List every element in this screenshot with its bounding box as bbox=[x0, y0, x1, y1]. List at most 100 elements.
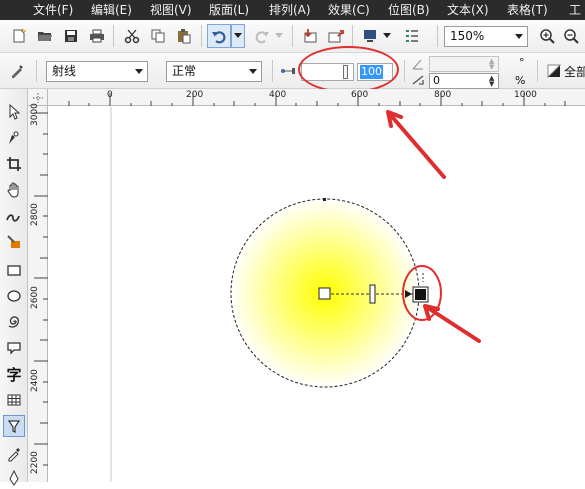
midpoint-icon bbox=[279, 60, 297, 82]
text-tool-icon[interactable]: 字 bbox=[3, 363, 25, 385]
menu-layout[interactable]: 版面(L) bbox=[209, 0, 249, 20]
redo-icon[interactable] bbox=[251, 25, 273, 47]
toolbar-separator bbox=[292, 25, 293, 47]
interactive-fill-tool-icon[interactable] bbox=[3, 415, 25, 437]
toolbar-separator bbox=[201, 25, 202, 47]
print-icon[interactable] bbox=[86, 25, 108, 47]
table-tool-icon[interactable] bbox=[3, 389, 25, 411]
zoom-out-icon[interactable] bbox=[560, 25, 582, 47]
edge-pad-unit: % bbox=[515, 74, 526, 87]
angle-input[interactable]: ▲ ▼ bbox=[429, 56, 499, 72]
menu-arrange[interactable]: 排列(A) bbox=[269, 0, 311, 20]
edit-fill-icon[interactable] bbox=[6, 60, 28, 82]
ruler-left-label: 2600 bbox=[30, 286, 40, 309]
ruler-top-label: 0 bbox=[107, 90, 113, 100]
merge-mode-select[interactable]: 正常 bbox=[166, 61, 262, 82]
ruler-left-label: 2400 bbox=[30, 369, 40, 392]
rectangle-tool-icon[interactable] bbox=[3, 259, 25, 281]
horizontal-ruler[interactable]: 0 200 400 600 800 1000 bbox=[48, 89, 585, 106]
merge-mode-value: 正常 bbox=[172, 64, 197, 78]
ruler-left-label: 3000 bbox=[30, 103, 40, 126]
annotation-arrow-midpoint bbox=[386, 110, 446, 179]
angle-spinner[interactable]: ▲ ▼ bbox=[489, 58, 497, 71]
menu-table[interactable]: 表格(T) bbox=[507, 0, 548, 20]
paste-icon[interactable] bbox=[173, 25, 195, 47]
menu-bar: 文件(F) 编辑(E) 视图(V) 版面(L) 排列(A) 效果(C) 位图(B… bbox=[0, 0, 585, 20]
smart-fill-tool-icon[interactable] bbox=[3, 231, 25, 253]
launcher-dropdown-chevron-down-icon[interactable] bbox=[381, 25, 393, 47]
annotation-arrow-end-handle bbox=[423, 304, 481, 343]
zoom-level-value: 150% bbox=[450, 29, 485, 43]
gradient-start-handle[interactable] bbox=[318, 287, 331, 300]
freehand-tool-icon[interactable] bbox=[3, 205, 25, 227]
toolbar-separator bbox=[113, 25, 114, 47]
toolbar-separator bbox=[437, 25, 438, 47]
crop-tool-icon[interactable] bbox=[3, 153, 25, 175]
property-bar: 射线 正常 100 ▲ ▼ ° 0 ▲ ▼ % 全部 bbox=[0, 46, 585, 93]
apply-all-label[interactable]: 全部 bbox=[564, 63, 585, 80]
angle-icon bbox=[409, 55, 427, 73]
menu-bitmaps[interactable]: 位图(B) bbox=[388, 0, 430, 20]
circle-top-node[interactable] bbox=[323, 198, 326, 201]
undo-icon[interactable] bbox=[207, 24, 231, 48]
menu-view[interactable]: 视图(V) bbox=[150, 0, 192, 20]
merge-mode-chevron-down-icon bbox=[249, 69, 257, 74]
zoom-level-select[interactable]: 150% bbox=[444, 26, 528, 47]
ruler-top-label: 600 bbox=[351, 90, 369, 100]
shape-tool-icon[interactable] bbox=[3, 127, 25, 149]
menu-tools[interactable]: 工 bbox=[569, 0, 581, 20]
edge-pad-input[interactable]: 0 ▲ ▼ bbox=[429, 73, 499, 89]
menu-edit[interactable]: 编辑(E) bbox=[91, 0, 132, 20]
redo-dropdown-chevron-down-icon[interactable] bbox=[273, 25, 285, 47]
apply-all-icon bbox=[546, 60, 562, 82]
cut-icon[interactable] bbox=[121, 25, 143, 47]
zoom-in-icon[interactable] bbox=[536, 25, 558, 47]
toolbar-separator bbox=[36, 60, 37, 82]
toolbar-separator bbox=[352, 25, 353, 47]
spiral-tool-icon[interactable] bbox=[3, 311, 25, 333]
application-launcher-icon[interactable] bbox=[359, 25, 381, 47]
edge-pad-icon bbox=[409, 72, 427, 88]
menu-effects[interactable]: 效果(C) bbox=[328, 0, 370, 20]
pick-tool-icon[interactable] bbox=[3, 101, 25, 123]
callout-tool-icon[interactable] bbox=[3, 337, 25, 359]
undo-dropdown-chevron-down-icon[interactable] bbox=[231, 24, 245, 48]
standard-toolbar: 150% bbox=[0, 20, 585, 53]
ruler-top-label: 800 bbox=[434, 90, 452, 100]
import-icon[interactable] bbox=[299, 25, 321, 47]
annotation-circle-midpoint bbox=[298, 46, 399, 93]
ruler-top-label: 1000 bbox=[514, 90, 537, 100]
menu-text[interactable]: 文本(X) bbox=[447, 0, 489, 20]
toolbar-separator bbox=[537, 60, 538, 82]
gradient-midpoint-handle[interactable] bbox=[369, 284, 376, 304]
fill-type-chevron-down-icon bbox=[135, 69, 143, 74]
open-folder-icon[interactable] bbox=[34, 25, 56, 47]
angle-unit: ° bbox=[519, 56, 525, 69]
menu-file[interactable]: 文件(F) bbox=[33, 0, 73, 20]
eyedropper-tool-icon[interactable] bbox=[3, 443, 25, 465]
ruler-left-label: 2800 bbox=[30, 203, 40, 226]
toolbox: 字 bbox=[0, 89, 28, 486]
canvas-drawing bbox=[110, 107, 481, 482]
drawing-canvas[interactable] bbox=[49, 107, 585, 482]
export-icon[interactable] bbox=[325, 25, 347, 47]
welcome-screen-icon[interactable] bbox=[401, 25, 423, 47]
toolbar-separator bbox=[404, 60, 405, 82]
edge-pad-spinner[interactable]: ▲ ▼ bbox=[489, 75, 497, 88]
edge-pad-value: 0 bbox=[433, 74, 440, 87]
copy-icon[interactable] bbox=[147, 25, 169, 47]
zoom-chevron-down-icon bbox=[515, 34, 523, 39]
fill-type-select[interactable]: 射线 bbox=[46, 61, 148, 82]
vertical-ruler[interactable]: 3000 2800 2600 2400 2200 bbox=[28, 103, 48, 482]
ellipse-tool-icon[interactable] bbox=[3, 285, 25, 307]
fill-type-value: 射线 bbox=[52, 64, 77, 78]
save-icon[interactable] bbox=[60, 25, 82, 47]
ruler-left-label: 2200 bbox=[30, 451, 40, 474]
ruler-top-label: 200 bbox=[186, 90, 204, 100]
pan-tool-icon[interactable] bbox=[3, 179, 25, 201]
gradient-end-handle[interactable] bbox=[415, 289, 426, 300]
outline-pen-tool-icon[interactable] bbox=[3, 467, 25, 489]
ruler-top-label: 400 bbox=[269, 90, 287, 100]
toolbar-separator bbox=[272, 60, 273, 82]
new-document-icon[interactable] bbox=[8, 25, 30, 47]
